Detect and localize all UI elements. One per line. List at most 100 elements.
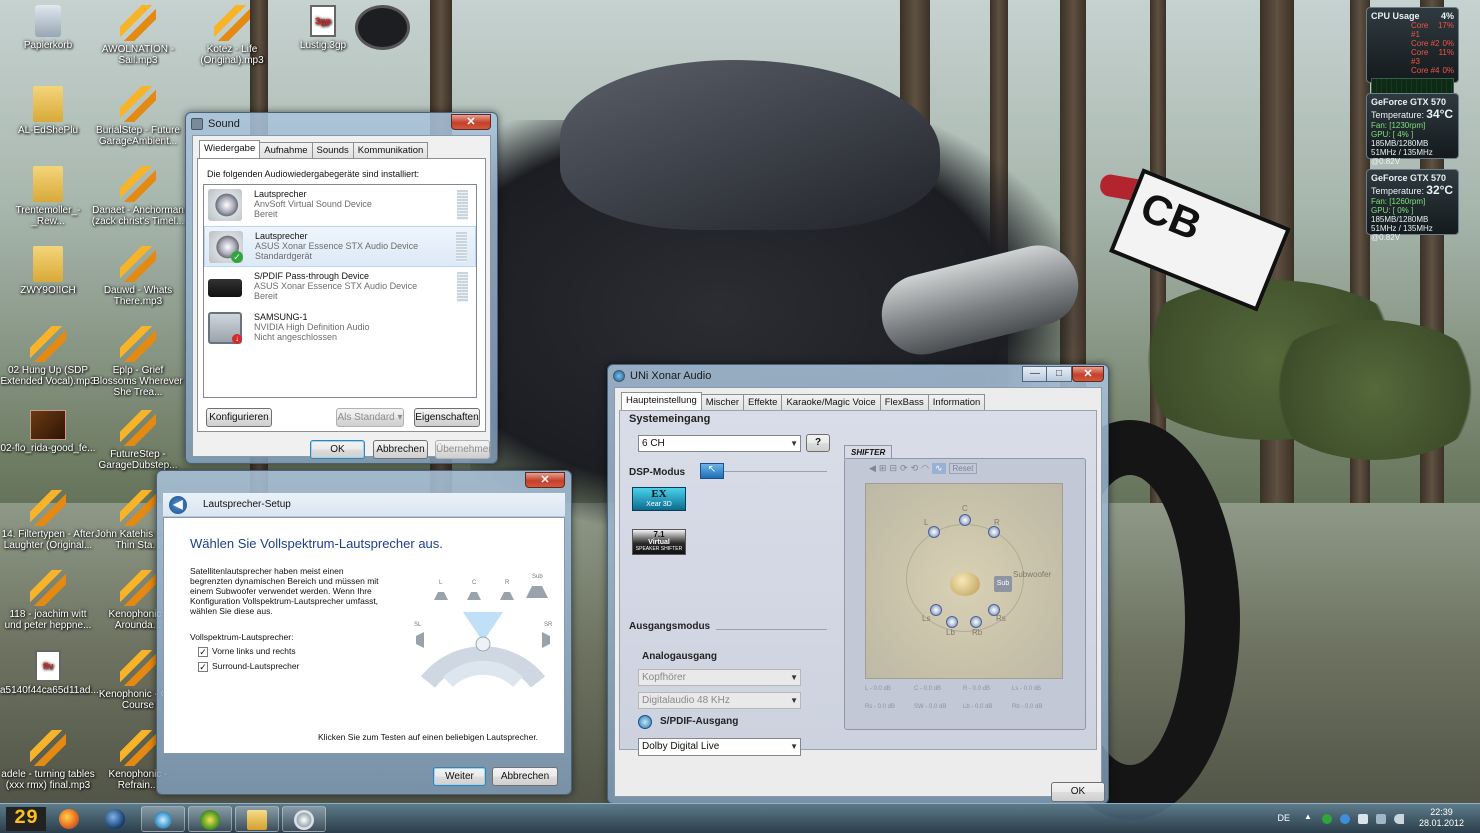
level-ls[interactable]: Ls - 0.0 dB — [1012, 686, 1057, 692]
desktop-icon[interactable]: AWOLNATION - Sail.mp3 — [90, 5, 186, 66]
level-rs[interactable]: Rs - 0.0 dB — [865, 704, 910, 710]
surround-checkbox[interactable]: ✓ Surround-Lautsprecher — [198, 661, 299, 672]
level-row-2[interactable]: Rs - 0.0 dB SW - 0.0 dB Lb - 0.0 dB Rb -… — [865, 704, 1057, 710]
cpu-gadget[interactable]: CPU Usage 4% Core #1 17% Core #2 0% Core #… — [1366, 7, 1459, 102]
language-indicator[interactable]: DE — [1277, 813, 1290, 823]
desktop-icon[interactable]: ZWY9OIICH — [0, 246, 96, 296]
properties-button[interactable]: Eigenschaften — [414, 408, 480, 427]
tab-flexbass[interactable]: FlexBass — [879, 394, 929, 410]
close-button[interactable]: ✕ — [451, 114, 491, 130]
taskbar-sound[interactable] — [282, 806, 326, 832]
level-c[interactable]: C - 0.0 dB — [914, 686, 959, 692]
back-arrow-icon[interactable]: ◀ — [169, 496, 187, 514]
desktop-icon[interactable]: Papierkorb — [0, 5, 96, 51]
desktop-icon[interactable]: Danaet - Anchorman (zack christ's Timel.… — [90, 166, 186, 227]
desktop-icon[interactable]: FutureStep - GarageDubstep... — [90, 410, 186, 471]
speaker-setup-titlebar[interactable]: ✕ — [157, 471, 571, 491]
tray-flag-icon[interactable] — [1358, 814, 1368, 824]
taskbar-firefox[interactable] — [48, 806, 92, 832]
speaker-left[interactable] — [928, 526, 940, 538]
help-button[interactable]: ? — [806, 434, 830, 452]
desktop-icon[interactable]: 02-flo_rida-good_fe... — [0, 410, 96, 454]
taskbar-globe[interactable] — [94, 806, 138, 832]
tab-sounds[interactable]: Sounds — [311, 142, 354, 158]
desktop-icon[interactable]: 02 Hung Up (SDP Extended Vocal).mp3 — [0, 326, 96, 387]
reset-button[interactable]: Reset — [948, 463, 978, 474]
configure-button[interactable]: Konfigurieren — [206, 408, 272, 427]
tray-volume-icon[interactable] — [1394, 814, 1404, 824]
desktop-icon[interactable]: Kotez - Life (Original).mp3 — [184, 5, 280, 66]
clock[interactable]: 22:39 28.01.2012 — [1419, 807, 1464, 829]
sound-titlebar[interactable]: Sound ✕ — [186, 113, 497, 135]
gpu-gadget-2[interactable]: GeForce GTX 570 Temperature: 32°C Fan: [… — [1366, 169, 1459, 242]
desktop-icon[interactable]: 118 - joachim witt und peter heppne... — [0, 570, 96, 631]
close-button[interactable]: ✕ — [525, 472, 565, 488]
taskbar-xonar[interactable] — [141, 806, 185, 832]
tab-effekte[interactable]: Effekte — [743, 394, 783, 410]
sound-window[interactable]: Sound ✕ Wiedergabe Aufnahme Sounds Kommu… — [185, 112, 498, 464]
digital-audio-select[interactable]: Digitalaudio 48 KHz ▼ — [638, 692, 801, 709]
dsp-toggle-icon[interactable]: ↖ — [700, 463, 724, 479]
apply-button[interactable]: Übernehmen — [435, 440, 494, 459]
zoom-out-icon[interactable]: ⊟ — [889, 463, 897, 474]
rotate-ccw-icon[interactable]: ⟲ — [911, 463, 919, 474]
desktop-icon[interactable]: Trentemoller_-_Rew... — [0, 166, 96, 227]
level-l[interactable]: L - 0.0 dB — [865, 686, 910, 692]
speaker-right-back[interactable] — [970, 616, 982, 628]
speaker-center[interactable] — [959, 514, 971, 526]
speaker-diagram[interactable]: L C R Sub SL SR — [408, 562, 558, 692]
speaker-left-back[interactable] — [946, 616, 958, 628]
analog-output-select[interactable]: Kopfhörer ▼ — [638, 669, 801, 686]
close-button[interactable]: ✕ — [1072, 366, 1104, 382]
speaker-right[interactable] — [988, 526, 1000, 538]
zoom-in-icon[interactable]: ⊞ — [879, 463, 887, 474]
tab-kommunikation[interactable]: Kommunikation — [352, 142, 429, 158]
desktop-icon[interactable]: 14. Filtertypen - After Laughter (Origin… — [0, 490, 96, 551]
cancel-button[interactable]: Abbrechen — [492, 767, 558, 786]
desktop-icon[interactable]: 3gp Lustig.3gp — [275, 5, 371, 51]
device-item[interactable]: S/PDIF Pass-through Device ASUS Xonar Es… — [204, 267, 476, 308]
level-rb[interactable]: Rb - 0.0 dB — [1012, 704, 1057, 710]
system-input-select[interactable]: 6 CH ▼ — [638, 435, 801, 452]
device-list[interactable]: Lautsprecher AnvSoft Virtual Sound Devic… — [203, 184, 477, 398]
front-checkbox[interactable]: ✓ Vorne links und rechts — [198, 646, 296, 657]
gpu-gadget-1[interactable]: GeForce GTX 570 Temperature: 34°C Fan: [… — [1366, 93, 1459, 166]
device-item[interactable]: Lautsprecher AnvSoft Virtual Sound Devic… — [204, 185, 476, 226]
xear-3d-button[interactable]: EX Xear 3D — [632, 487, 686, 511]
tab-information[interactable]: Information — [927, 394, 986, 410]
tab-aufnahme[interactable]: Aufnahme — [259, 142, 313, 158]
virtual-speaker-shifter-button[interactable]: 7.1 Virtual SPEAKER SHIFTER — [632, 529, 686, 555]
device-item-selected[interactable]: ✓ Lautsprecher ASUS Xonar Essence STX Au… — [204, 226, 476, 267]
speaker-left-surround[interactable] — [930, 604, 942, 616]
device-item[interactable]: ↓ SAMSUNG-1 NVIDIA High Definition Audio… — [204, 308, 476, 349]
taskbar-explorer[interactable] — [235, 806, 279, 832]
minimize-button[interactable]: — — [1022, 366, 1048, 382]
desktop-icon[interactable]: adele - turning tables (xxx rmx) final.m… — [0, 730, 96, 791]
tray-green-icon[interactable] — [1322, 814, 1332, 824]
level-r[interactable]: R - 0.0 dB — [963, 686, 1008, 692]
ok-button[interactable]: OK — [1051, 782, 1105, 802]
level-sw[interactable]: SW - 0.0 dB — [914, 704, 959, 710]
level-row-1[interactable]: L - 0.0 dB C - 0.0 dB R - 0.0 dB Ls - 0.… — [865, 686, 1057, 692]
ok-button[interactable]: OK — [310, 440, 365, 459]
spdif-icon[interactable] — [638, 715, 652, 729]
xonar-titlebar[interactable]: UNi Xonar Audio — □ ✕ — [608, 365, 1108, 387]
spdif-output-select[interactable]: Dolby Digital Live ▼ — [638, 738, 801, 756]
speaker-stage[interactable]: C L R Sub Subwoofer Ls Rs Lb Rb — [865, 483, 1063, 679]
maximize-button[interactable]: □ — [1046, 366, 1072, 382]
xonar-window[interactable]: UNi Xonar Audio — □ ✕ Haupteinstellung M… — [607, 364, 1109, 804]
desktop-icon[interactable]: BurialStep - Future GarageAmbient... — [90, 86, 186, 147]
speaker-setup-window[interactable]: ✕ ◀ Lautsprecher-Setup Wählen Sie Vollsp… — [156, 470, 572, 795]
desktop-icon[interactable]: AL-EdShePlu — [0, 86, 96, 136]
desktop-icon[interactable]: flv a5140f44ca65d11ad... — [0, 650, 99, 696]
subwoofer-icon[interactable]: Sub — [994, 576, 1012, 592]
tray-expand-icon[interactable]: ▲ — [1304, 812, 1314, 822]
rotate-cw-icon[interactable]: ⟳ — [900, 463, 908, 474]
shifter-tab[interactable]: SHIFTER — [844, 445, 893, 459]
taskbar-winamp[interactable] — [188, 806, 232, 832]
tray-network-icon[interactable] — [1376, 814, 1386, 824]
speaker-mode-icon[interactable]: ∿ — [931, 463, 946, 474]
tab-mischer[interactable]: Mischer — [700, 394, 745, 410]
desktop-icon[interactable]: Dauwd - Whats There.mp3 — [90, 246, 186, 307]
tab-karaoke[interactable]: Karaoke/Magic Voice — [781, 394, 881, 410]
